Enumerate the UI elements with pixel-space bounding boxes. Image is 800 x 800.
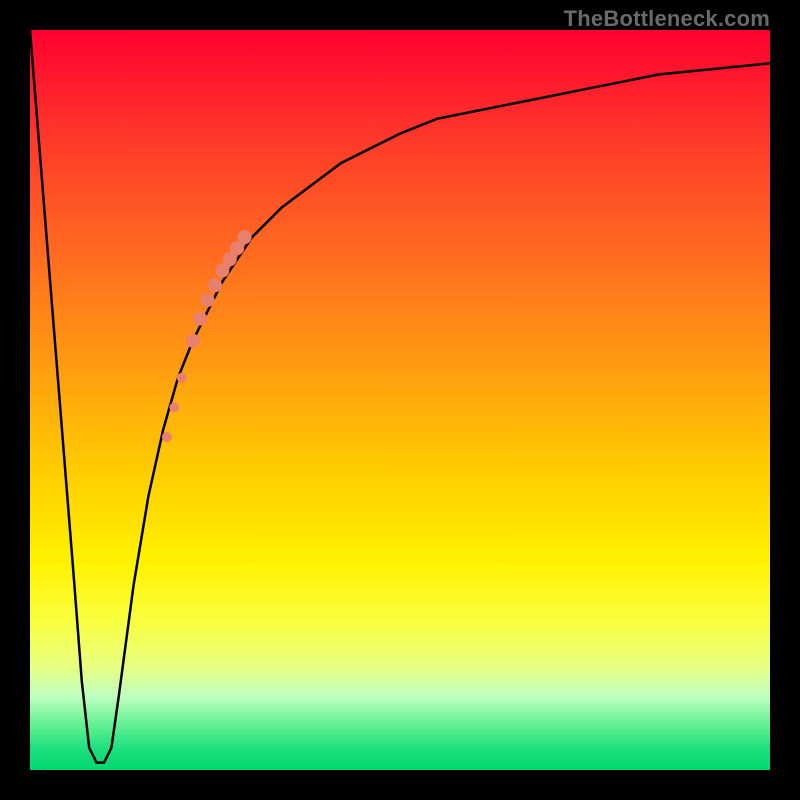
watermark-text: TheBottleneck.com xyxy=(564,6,770,32)
plot-area xyxy=(30,30,770,770)
marker-dot xyxy=(201,293,215,307)
curve-line xyxy=(30,30,770,763)
marker-dot xyxy=(238,230,252,244)
marker-dot xyxy=(169,402,179,412)
chart-frame: TheBottleneck.com xyxy=(0,0,800,800)
marker-dot xyxy=(208,278,222,292)
marker-dot xyxy=(162,432,172,442)
marker-dot xyxy=(186,334,200,348)
marker-dot xyxy=(193,312,207,326)
bottleneck-curve xyxy=(30,30,770,770)
marker-dot xyxy=(177,373,187,383)
highlight-markers xyxy=(162,230,252,442)
